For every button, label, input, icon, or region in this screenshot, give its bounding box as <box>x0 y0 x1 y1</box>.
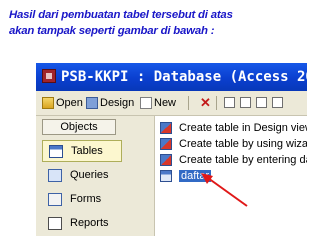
annotation-arrow <box>201 173 248 207</box>
